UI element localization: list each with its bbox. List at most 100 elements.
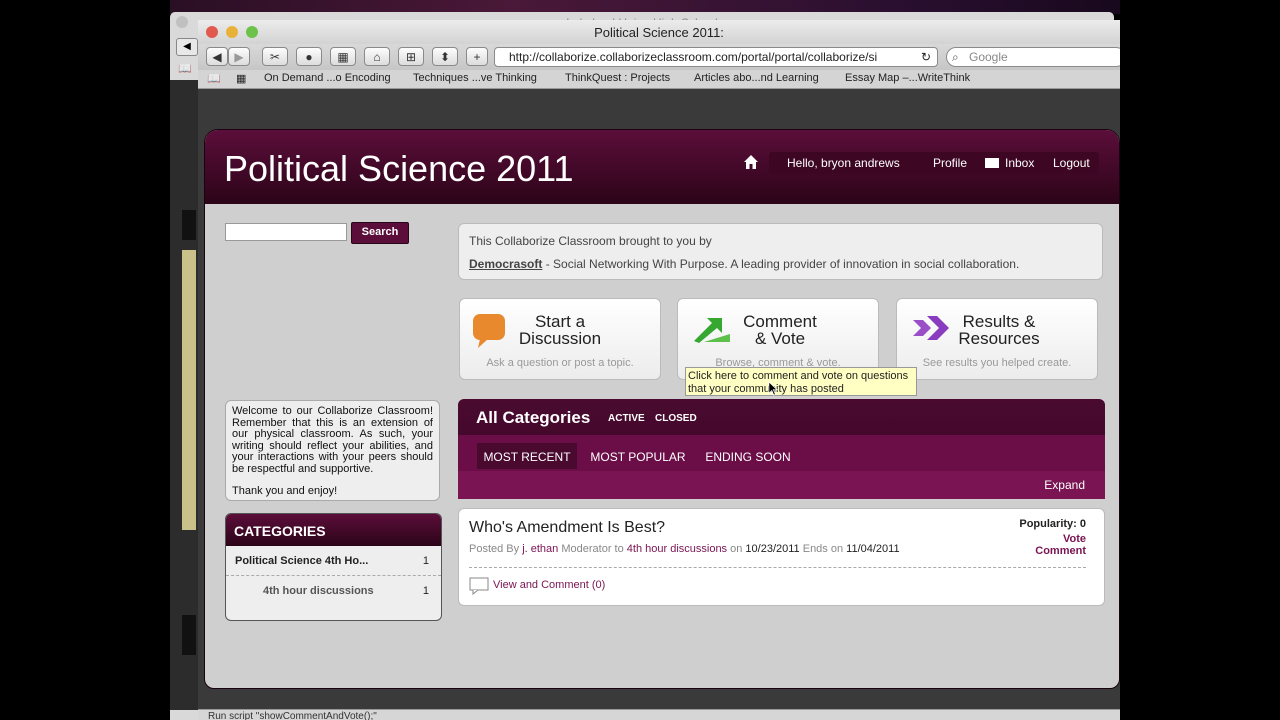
welcome-thanks: Thank you and enjoy! — [232, 485, 338, 497]
minimize-window-button[interactable] — [226, 26, 238, 38]
category-item[interactable]: Political Science 4th Ho... 1 — [226, 546, 441, 576]
window-titlebar: Political Science 2011: — [198, 20, 1120, 44]
action-title: & Vote — [754, 329, 806, 348]
end-date: 11/04/2011 — [846, 543, 900, 555]
home-icon[interactable]: ⌂ — [364, 47, 390, 66]
popularity: Popularity: 0 — [1019, 518, 1086, 530]
category-link[interactable]: 4th hour discussions — [627, 543, 727, 555]
logout-link[interactable]: Logout — [1053, 156, 1090, 170]
bookmarks-bar: 📖 ▦ On Demand ...o Encoding Techniques .… — [198, 70, 1120, 89]
meta-label: Posted By — [469, 543, 523, 555]
background-bookmark-icon: 📖 — [178, 63, 192, 75]
sponsor-intro: This Collaborize Classroom brought to yo… — [469, 234, 712, 248]
page-title: Political Science 2011 — [224, 148, 574, 189]
mouse-cursor-icon — [768, 381, 778, 396]
bookmark-item[interactable]: Essay Map –...WriteThink — [845, 72, 970, 84]
search-field[interactable]: ⌕ Google — [946, 47, 1120, 67]
discussions-panel: All Categories ACTIVE CLOSED MOST RECENT… — [458, 399, 1105, 499]
back-button[interactable]: ◀ — [206, 47, 228, 66]
zoom-window-button[interactable] — [246, 26, 258, 38]
category-label: 4th hour discussions — [263, 585, 374, 597]
action-title: Resources — [958, 329, 1040, 348]
vote-link[interactable]: Vote — [1063, 533, 1086, 545]
expand-link[interactable]: Expand — [1044, 478, 1085, 492]
category-count: 1 — [422, 555, 429, 567]
category-label: Political Science 4th Ho... — [235, 555, 369, 567]
evernote-icon[interactable]: ● — [296, 47, 322, 66]
results-resources-card[interactable]: Results & Resources See results you help… — [896, 298, 1098, 380]
magnifier-icon: ⌕ — [952, 50, 959, 64]
bookmark-item[interactable]: ThinkQuest : Projects — [565, 72, 670, 84]
sponsor-line: Democrasoft - Social Networking With Pur… — [469, 257, 1019, 271]
start-discussion-card[interactable]: Start a Discussion Ask a question or pos… — [459, 298, 661, 380]
site-search-input[interactable] — [225, 223, 347, 241]
bookmark-item[interactable]: Techniques ...ve Thinking — [413, 72, 537, 84]
panel-title: All Categories — [476, 408, 591, 427]
action-title: Discussion — [518, 329, 602, 348]
reading-list-icon[interactable]: 📖 — [207, 72, 221, 85]
page-content: Political Science 2011 Hello, bryon andr… — [198, 89, 1120, 709]
filter-active[interactable]: ACTIVE — [608, 413, 645, 424]
search-button[interactable]: Search — [351, 222, 409, 244]
new-tab-button[interactable]: + — [466, 47, 488, 66]
profile-link[interactable]: Profile — [933, 156, 967, 170]
tooltip-line: Click here to comment and vote on questi… — [688, 370, 909, 382]
comment-bubble-icon — [469, 577, 489, 595]
expand-bar: Expand — [458, 471, 1105, 499]
categories-header: CATEGORIES — [226, 514, 441, 546]
browser-window: Political Science 2011: ◀ ▶ ✂ ● ▦ ⌂ ⊞ ⬍ … — [198, 20, 1120, 720]
background-back-button: ◀ — [176, 38, 198, 56]
view-comment-link[interactable]: View and Comment (0) — [493, 579, 605, 591]
inbox-link[interactable]: Inbox — [1005, 156, 1034, 170]
status-bar: Run script "showCommentAndVote();" — [198, 709, 1120, 720]
user-nav: Hello, bryon andrews Profile Inbox Logou… — [769, 152, 1099, 174]
browser-toolbar: ◀ ▶ ✂ ● ▦ ⌂ ⊞ ⬍ + http://collaborize.col… — [198, 44, 1120, 70]
site-header: Political Science 2011 Hello, bryon andr… — [205, 130, 1119, 204]
discussion-title[interactable]: Who's Amendment Is Best? — [469, 519, 665, 537]
greeting: Hello, bryon andrews — [787, 156, 900, 170]
background-window-traffic-lights — [176, 16, 188, 28]
url-text: http://collaborize.collaborizeclassroom.… — [509, 50, 878, 64]
scissors-icon[interactable]: ✂ — [262, 47, 288, 66]
discussion-item: Who's Amendment Is Best? Posted By j. et… — [458, 508, 1105, 606]
bookmark-item[interactable]: On Demand ...o Encoding — [264, 72, 391, 84]
discussion-meta: Posted By j. ethan Moderator to 4th hour… — [469, 543, 900, 555]
tab-most-recent[interactable]: MOST RECENT — [477, 443, 577, 469]
category-item[interactable]: 4th hour discussions 1 — [226, 576, 441, 606]
bookmark-item[interactable]: Articles abo...nd Learning — [694, 72, 819, 84]
window-title: Political Science 2011: — [594, 25, 724, 40]
grid-icon[interactable]: ▦ — [330, 47, 356, 66]
action-subtitle: Ask a question or post a topic. — [486, 357, 634, 369]
meta-label: Moderator to — [558, 543, 627, 555]
top-sites-icon[interactable]: ⊞ — [398, 47, 424, 66]
tab-ending-soon[interactable]: ENDING SOON — [700, 443, 796, 469]
sort-tabs: MOST RECENT MOST POPULAR ENDING SOON — [458, 435, 1105, 471]
home-icon[interactable] — [743, 154, 759, 170]
tab-most-popular[interactable]: MOST POPULAR — [588, 443, 688, 469]
mail-icon — [985, 158, 999, 168]
top-sites-grid-icon[interactable]: ▦ — [236, 72, 246, 85]
welcome-box: Welcome to our Collaborize Classroom! Re… — [225, 400, 440, 501]
action-subtitle: See results you helped create. — [922, 357, 1072, 369]
close-window-button[interactable] — [206, 26, 218, 38]
sponsor-box: This Collaborize Classroom brought to yo… — [458, 223, 1103, 280]
bookmark-add-icon[interactable]: ⬍ — [432, 47, 458, 66]
post-date: 10/23/2011 — [745, 543, 800, 555]
reload-icon[interactable]: ↻ — [917, 48, 931, 66]
collaborize-page: Political Science 2011 Hello, bryon andr… — [204, 129, 1120, 689]
comment-link[interactable]: Comment — [1035, 545, 1086, 557]
author-link[interactable]: j. ethan — [522, 543, 558, 555]
welcome-text: Welcome to our Collaborize Classroom! Re… — [232, 405, 433, 475]
category-count: 1 — [422, 585, 429, 597]
sponsor-link[interactable]: Democrasoft — [469, 257, 542, 271]
desktop-left — [0, 0, 170, 720]
forward-button[interactable]: ▶ — [228, 47, 250, 66]
filter-closed[interactable]: CLOSED — [655, 413, 697, 424]
background-sidebar — [170, 80, 198, 710]
address-bar[interactable]: http://collaborize.collaborizeclassroom.… — [494, 47, 938, 67]
sponsor-tagline: - Social Networking With Purpose. A lead… — [542, 257, 1020, 271]
meta-label: on — [727, 543, 746, 555]
divider — [469, 567, 1086, 568]
categories-box: CATEGORIES Political Science 4th Ho... 1… — [225, 513, 442, 621]
tooltip: Click here to comment and vote on questi… — [685, 367, 917, 396]
